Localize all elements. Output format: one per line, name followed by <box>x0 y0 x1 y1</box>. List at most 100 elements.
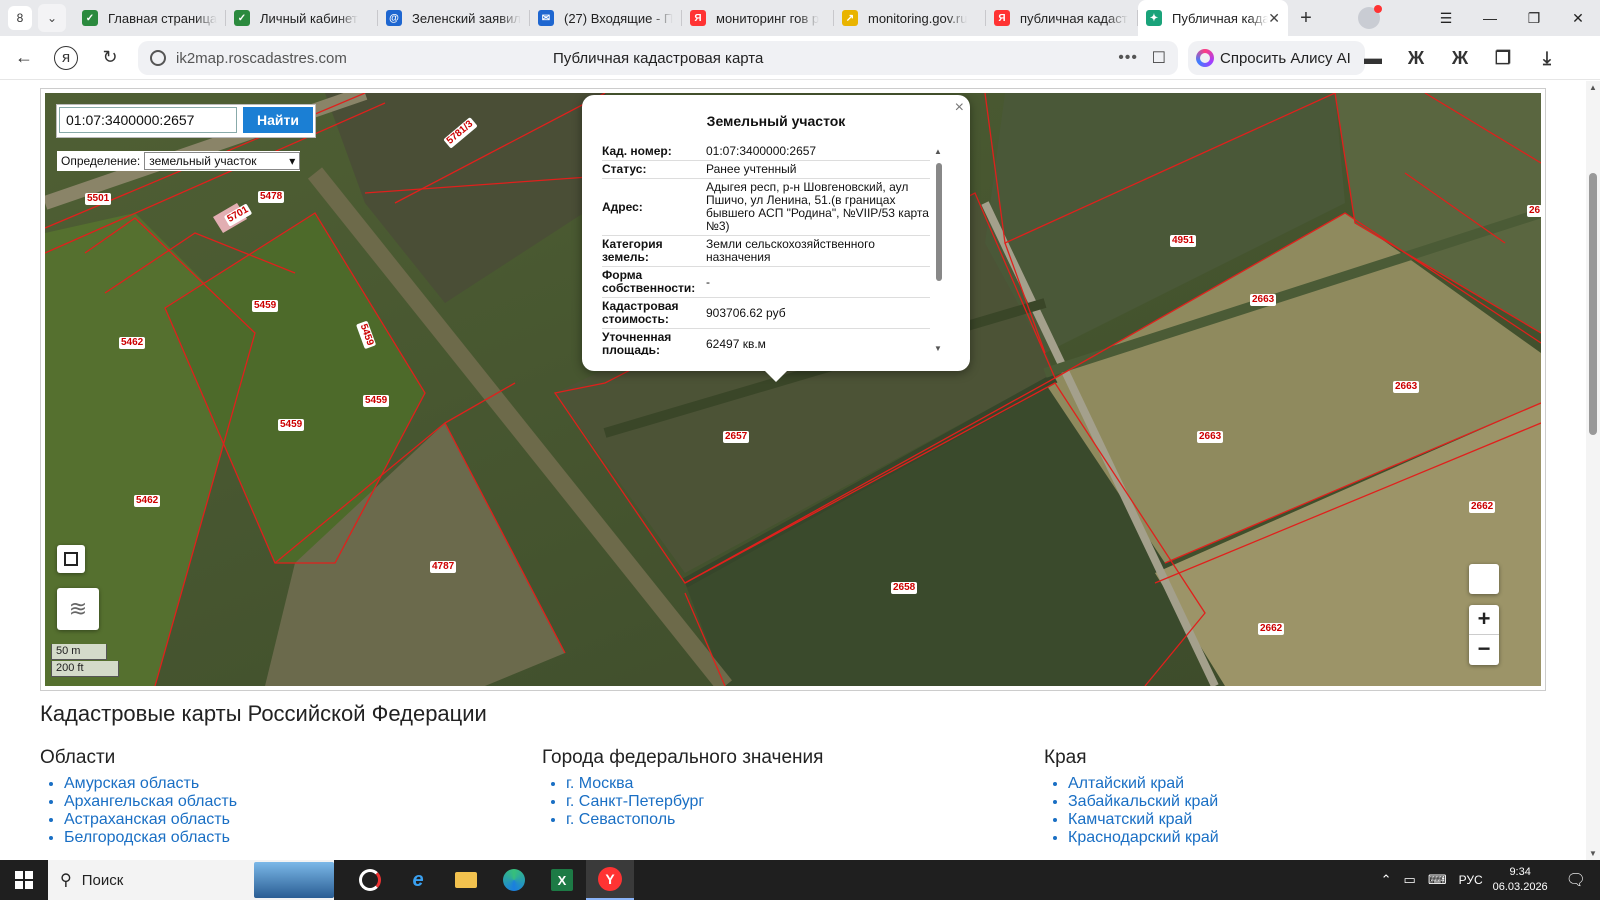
zoom-out-button[interactable]: − <box>1469 635 1499 665</box>
back-arrow-icon[interactable]: ← <box>6 40 42 76</box>
menu-icon[interactable]: ☰ <box>1424 10 1468 27</box>
parcel-label[interactable]: 2658 <box>891 582 918 594</box>
tab-search-cadastre[interactable]: Я публичная кадаст <box>986 0 1138 36</box>
reload-icon[interactable]: ↻ <box>92 40 128 76</box>
cadastral-number-input[interactable] <box>59 107 237 133</box>
taskbar-app-c[interactable] <box>346 860 394 900</box>
region-link[interactable]: Краснодарский край <box>1068 829 1546 847</box>
bookmark-icon[interactable]: ☐ <box>1152 48 1166 68</box>
yandex-favicon-icon: Я <box>994 10 1010 26</box>
ask-alice-button[interactable]: Спросить Алису AI <box>1188 41 1365 75</box>
at-sign-favicon-icon: @ <box>386 10 402 26</box>
taskbar-app-yandex-browser[interactable]: Y <box>586 860 634 900</box>
page-scrollbar[interactable]: ▲ ▼ <box>1586 81 1600 860</box>
tab-cadastre-map[interactable]: ✦ Публичная кадастр ✕ <box>1138 0 1288 36</box>
windows-start-button[interactable] <box>0 860 48 900</box>
parcel-label[interactable]: 2662 <box>1469 501 1496 513</box>
tab-title: публичная кадаст <box>1020 10 1128 26</box>
download-icon[interactable]: ⤓ <box>1535 46 1559 70</box>
column-title: Края <box>1044 747 1087 768</box>
find-button[interactable]: Найти <box>243 107 313 133</box>
keyboard-icon[interactable]: ⌨ <box>1428 872 1447 888</box>
minimize-icon[interactable]: — <box>1468 10 1512 26</box>
parcel-label[interactable]: 5462 <box>134 495 161 507</box>
parcel-label[interactable]: 5459 <box>363 395 390 407</box>
region-link[interactable]: Алтайский край <box>1068 775 1546 793</box>
close-icon[interactable]: × <box>955 99 964 117</box>
network-icon[interactable]: ▭ <box>1404 872 1416 888</box>
profile-avatar-icon[interactable] <box>1358 5 1382 29</box>
scroll-thumb[interactable] <box>1589 173 1597 435</box>
omnibox[interactable]: ik2map.roscadastres.com Публичная кадаст… <box>138 41 1178 75</box>
taskbar-app-excel[interactable]: X <box>538 860 586 900</box>
layers-button[interactable]: ≋ <box>57 588 99 630</box>
notifications-icon[interactable]: 🗨 <box>1566 870 1586 890</box>
region-link[interactable]: Белгородская область <box>64 829 542 847</box>
region-link[interactable]: Камчатский край <box>1068 811 1546 829</box>
parcel-label[interactable]: 5462 <box>119 337 146 349</box>
region-link[interactable]: Астраханская область <box>64 811 542 829</box>
tab-cabinet[interactable]: ✓ Личный кабинет <box>226 0 378 36</box>
region-link[interactable]: г. Санкт-Петербург <box>566 793 1044 811</box>
parcel-label[interactable]: 5459 <box>278 419 305 431</box>
new-tab-button[interactable]: + <box>1292 4 1320 32</box>
close-tab-icon[interactable]: ✕ <box>1268 10 1280 27</box>
attribute-key: Статус: <box>602 162 647 176</box>
region-link[interactable]: Амурская область <box>64 775 542 793</box>
scroll-thumb[interactable] <box>936 163 942 281</box>
restore-icon[interactable]: ❐ <box>1512 10 1556 27</box>
zoom-in-button[interactable]: + <box>1469 605 1499 635</box>
tab-monitoring[interactable]: ↗ monitoring.gov.ru <box>834 0 986 36</box>
parcel-label[interactable]: 2663 <box>1197 431 1224 443</box>
popup-scrollbar[interactable]: ▲ ▼ <box>934 147 944 353</box>
disk-icon[interactable]: ▬ <box>1361 46 1385 70</box>
parcel-label[interactable]: 2662 <box>1258 623 1285 635</box>
parcel-label[interactable]: 4787 <box>430 561 457 573</box>
region-link[interactable]: Забайкальский край <box>1068 793 1546 811</box>
clock[interactable]: 9:34 06.03.2026 <box>1493 865 1548 895</box>
browser-address-bar: ← я ↻ ik2map.roscadastres.com Публичная … <box>0 36 1600 80</box>
chevron-down-icon[interactable]: ⌄ <box>38 4 66 32</box>
attribute-row: Кадастровая стоимость: 903706.62 руб <box>602 298 930 329</box>
scroll-up-icon[interactable]: ▲ <box>934 147 942 156</box>
tab-inbox[interactable]: ✉ (27) Входящие - П <box>530 0 682 36</box>
parcel-label[interactable]: 2663 <box>1393 381 1420 393</box>
definition-select[interactable]: земельный участок ▾ <box>144 152 301 170</box>
taskbar-search[interactable]: ⚲ Поиск <box>48 860 334 900</box>
yandex-logo-icon[interactable]: я <box>54 45 78 70</box>
region-link[interactable]: Архангельская область <box>64 793 542 811</box>
parcel-label[interactable]: 5459 <box>252 300 279 312</box>
site-security-icon[interactable] <box>150 50 166 66</box>
tab-search-monitoring[interactable]: Я мониторинг гов р <box>682 0 834 36</box>
taskbar-app-edge[interactable] <box>490 860 538 900</box>
region-link[interactable]: г. Москва <box>566 775 1044 793</box>
tab-news[interactable]: @ Зеленский заявил <box>378 0 530 36</box>
region-link[interactable]: г. Севастополь <box>566 811 1044 829</box>
chevron-up-icon[interactable]: ⌃ <box>1381 872 1392 888</box>
scroll-down-icon[interactable]: ▼ <box>934 344 942 353</box>
tab-home[interactable]: ✓ Главная страница <box>74 0 226 36</box>
tab-counter[interactable]: 8 <box>8 6 32 30</box>
parcel-label[interactable]: 5501 <box>85 193 112 205</box>
cadastral-map[interactable]: 5501 5478 5701 5781/3 5459 5459 5462 545… <box>45 93 1541 686</box>
more-dots-icon[interactable]: ••• <box>1118 49 1138 67</box>
language-indicator[interactable]: РУС <box>1459 873 1483 887</box>
parcel-label[interactable]: 5478 <box>258 191 285 203</box>
extension-k-icon[interactable]: Ж <box>1404 46 1428 70</box>
extension-k2-icon[interactable]: Ж <box>1448 46 1472 70</box>
close-window-icon[interactable]: ✕ <box>1556 10 1600 27</box>
url-text[interactable]: ik2map.roscadastres.com <box>176 50 347 67</box>
parcel-label[interactable]: 2657 <box>723 431 750 443</box>
scroll-down-icon[interactable]: ▼ <box>1589 849 1597 858</box>
taskbar-app-explorer[interactable] <box>442 860 490 900</box>
collections-icon[interactable]: ❐ <box>1491 46 1515 70</box>
parcel-label[interactable]: 26 <box>1527 205 1541 217</box>
scroll-up-icon[interactable]: ▲ <box>1589 83 1597 92</box>
map-tool-button[interactable] <box>57 545 85 573</box>
fullscreen-button[interactable] <box>1469 564 1499 594</box>
chevron-down-icon: ▾ <box>289 154 296 168</box>
parcel-label[interactable]: 4951 <box>1170 235 1197 247</box>
taskbar-app-ie[interactable]: e <box>394 860 442 900</box>
parcel-label[interactable]: 2663 <box>1250 294 1277 306</box>
attribute-row: Форма собственности: - <box>602 267 930 298</box>
